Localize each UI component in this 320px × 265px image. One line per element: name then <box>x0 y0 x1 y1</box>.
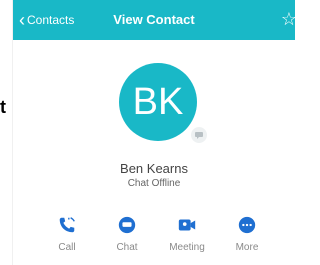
contact-screen: ‹ Contacts View Contact ☆ BK Ben Kearns … <box>12 0 297 265</box>
call-label: Call <box>58 242 76 253</box>
page-title: View Contact <box>113 12 195 27</box>
avatar-initials: BK <box>132 80 184 123</box>
contact-status: Chat Offline <box>127 178 181 189</box>
partial-text: t <box>0 97 6 117</box>
avatar: BK <box>119 63 197 141</box>
meeting-label: Meeting <box>169 242 205 253</box>
phone-icon <box>56 214 78 236</box>
presence-indicator <box>189 125 209 145</box>
action-bar: Call Chat Meeting More <box>39 214 275 253</box>
call-button[interactable]: Call <box>39 214 95 253</box>
contact-name: Ben Kearns <box>120 161 188 176</box>
video-icon <box>176 214 198 236</box>
chat-icon <box>116 214 138 236</box>
chat-label: Chat <box>116 242 138 253</box>
more-label: More <box>235 242 259 253</box>
navigation-bar: ‹ Contacts View Contact ☆ <box>13 0 297 40</box>
chat-button[interactable]: Chat <box>99 214 155 253</box>
meeting-button[interactable]: Meeting <box>159 214 215 253</box>
star-icon[interactable]: ☆ <box>281 9 297 30</box>
more-button[interactable]: More <box>219 214 275 253</box>
more-icon <box>236 214 258 236</box>
chat-bubble-icon <box>195 132 203 139</box>
